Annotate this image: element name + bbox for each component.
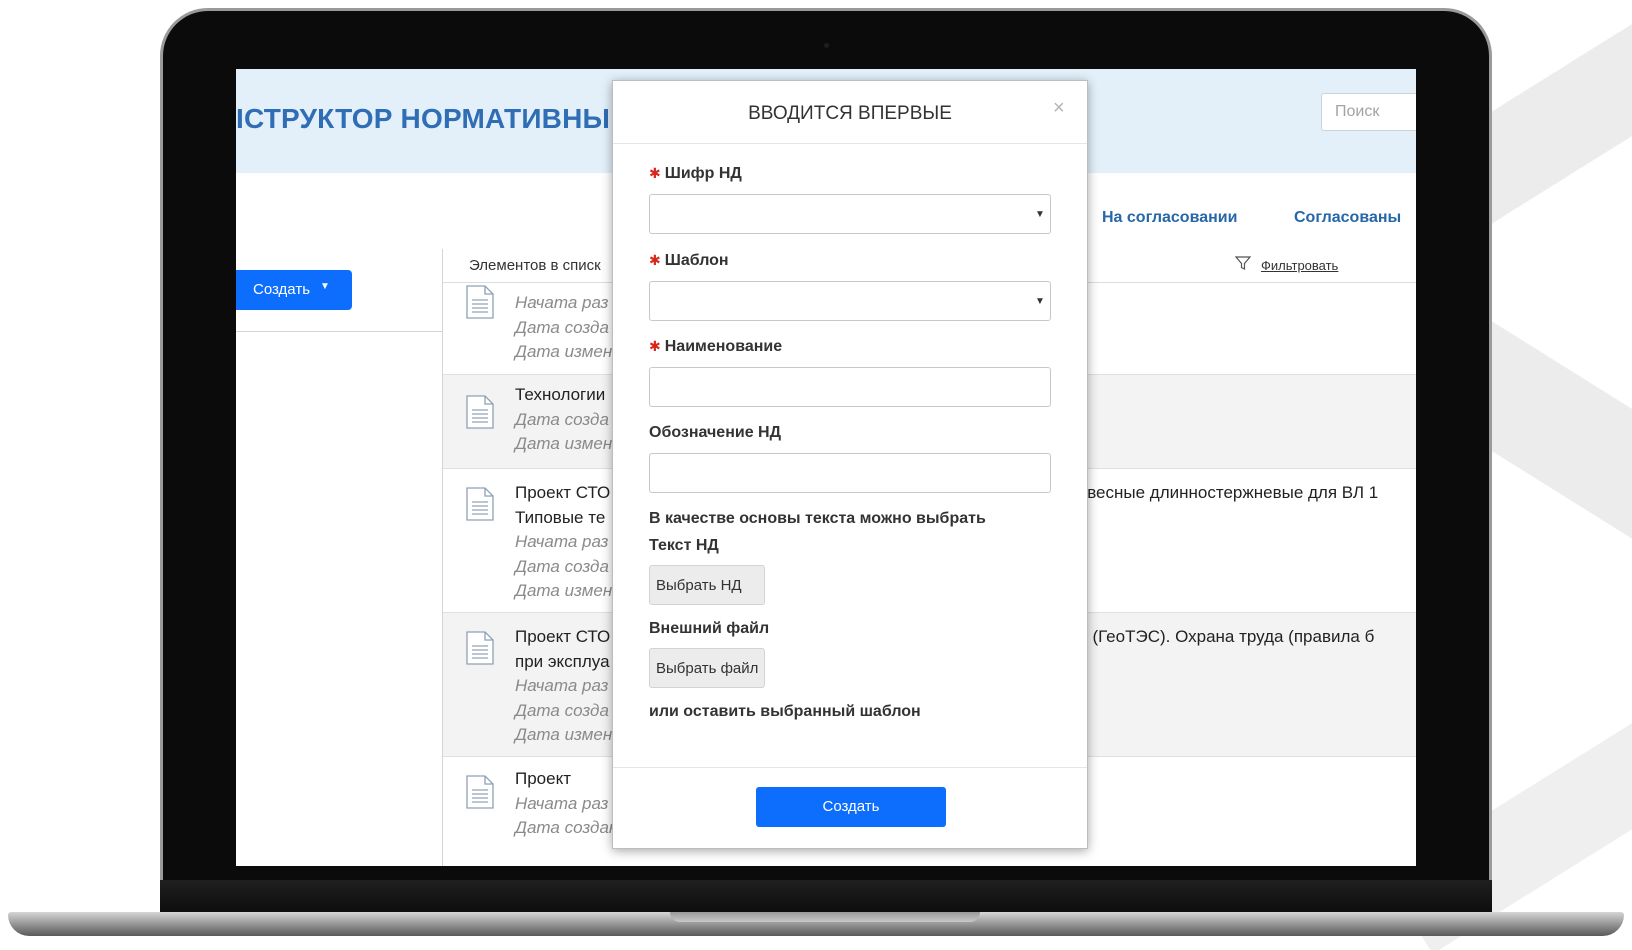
caret-down-icon: ▼: [320, 281, 330, 292]
app-title: ІСТРУКТОР НОРМАТИВНЫ: [236, 103, 611, 134]
search-input[interactable]: Поиск: [1321, 93, 1416, 131]
filter-icon[interactable]: [1235, 255, 1251, 271]
choose-nd-button[interactable]: Выбрать НД: [649, 565, 765, 605]
text-nd-label: Текст НД: [649, 537, 719, 554]
close-icon[interactable]: ×: [1053, 97, 1065, 120]
document-title: Проект СТО: [515, 627, 611, 646]
name-label: ✱ Наименование: [649, 338, 782, 356]
submit-create-button[interactable]: Создать: [756, 787, 946, 827]
search-placeholder: Поиск: [1335, 103, 1380, 120]
document-meta: Дата созда: [515, 556, 609, 576]
document-meta: Дата измен: [515, 725, 613, 744]
document-meta: Начата раз: [515, 793, 609, 813]
tab-on-approval[interactable]: На согласовании: [1102, 209, 1237, 227]
create-dropdown-button[interactable]: Создать ▼: [236, 270, 352, 310]
items-count-label: Элементов в списк: [469, 257, 601, 274]
filter-link[interactable]: Фильтровать: [1261, 258, 1338, 273]
caret-down-icon: ▼: [1035, 296, 1045, 307]
choose-file-button-label: Выбрать файл: [656, 660, 759, 677]
document-title: Типовые те: [515, 507, 606, 527]
document-meta: Дата созда: [515, 317, 609, 337]
name-label-text: Наименование: [664, 338, 783, 355]
document-title-overflow: подвесные длинностержневые для ВЛ 1: [1059, 483, 1379, 502]
document-meta: Дата измен: [515, 342, 613, 361]
base-text-hint: В качестве основы текста можно выбрать: [649, 510, 986, 527]
divider: [236, 331, 442, 332]
choose-file-button[interactable]: Выбрать файл: [649, 648, 765, 688]
document-title: Технологии: [515, 385, 606, 404]
designation-label: Обозначение НД: [649, 424, 781, 441]
document-title: Проект СТО: [515, 483, 611, 502]
document-icon: [466, 631, 494, 665]
document-icon: [466, 487, 494, 521]
document-meta: Дата измен: [515, 434, 613, 453]
cipher-label: ✱ Шифр НД: [649, 165, 742, 183]
document-icon: [466, 395, 494, 429]
document-meta: Начата раз: [515, 532, 609, 551]
external-file-label: Внешний файл: [649, 620, 770, 637]
document-meta: Дата созда: [515, 409, 609, 429]
laptop-camera: [824, 43, 829, 48]
cipher-label-text: Шифр НД: [664, 165, 742, 182]
laptop-hinge: [160, 880, 1492, 916]
document-icon: [466, 775, 494, 809]
required-asterisk-icon: ✱: [649, 165, 661, 181]
document-icon: [466, 285, 494, 319]
required-asterisk-icon: ✱: [649, 338, 661, 354]
tab-approved[interactable]: Согласованы: [1294, 209, 1401, 227]
modal-title: ВВОДИТСЯ ВПЕРВЫЕ: [748, 103, 952, 124]
document-meta: Начата раз: [515, 676, 609, 695]
name-input[interactable]: [649, 367, 1051, 407]
document-title: Проект: [515, 769, 571, 788]
cipher-select[interactable]: ▼: [649, 194, 1051, 234]
choose-nd-button-label: Выбрать НД: [656, 577, 742, 594]
create-nd-modal: ВВОДИТСЯ ВПЕРВЫЕ × ✱ Шифр НД ▼ ✱ Шаблон ▼ …: [612, 80, 1088, 849]
template-select[interactable]: ▼: [649, 281, 1051, 321]
document-title: при эксплуа: [515, 651, 610, 671]
keep-template-hint: или оставить выбранный шаблон: [649, 703, 921, 720]
template-label: ✱ Шаблон: [649, 252, 729, 270]
document-meta: Дата измен: [515, 581, 613, 600]
caret-down-icon: ▼: [1035, 209, 1045, 220]
document-meta: Дата созда: [515, 700, 609, 720]
required-asterisk-icon: ✱: [649, 252, 661, 268]
create-button-label: Создать: [253, 281, 311, 298]
laptop-notch: [670, 912, 980, 922]
document-meta: Начата раз: [515, 293, 609, 312]
modal-footer-divider: [613, 767, 1087, 768]
template-label-text: Шаблон: [664, 252, 729, 269]
designation-input[interactable]: [649, 453, 1051, 493]
document-title-overflow: ции (ГеоТЭС). Охрана труда (правила б: [1059, 627, 1375, 646]
modal-header: ВВОДИТСЯ ВПЕРВЫЕ ×: [613, 81, 1087, 144]
